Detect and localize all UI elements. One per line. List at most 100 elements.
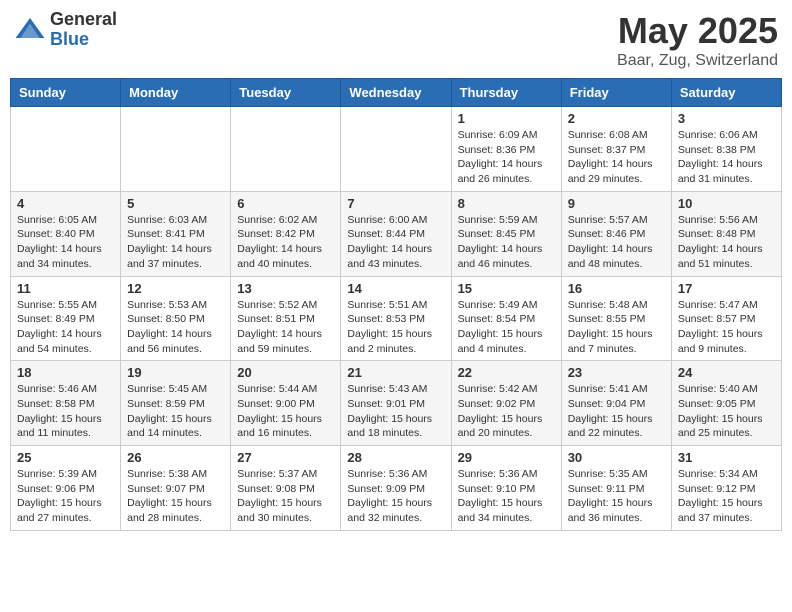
calendar-cell: 1 Sunrise: 6:09 AM Sunset: 8:36 PM Daylig… (451, 107, 561, 192)
day-info: Sunrise: 5:47 AM Sunset: 8:57 PM Dayligh… (678, 298, 775, 357)
calendar-table: SundayMondayTuesdayWednesdayThursdayFrid… (10, 78, 782, 531)
calendar-cell: 5 Sunrise: 6:03 AM Sunset: 8:41 PM Daylig… (121, 191, 231, 276)
weekday-header-row: SundayMondayTuesdayWednesdayThursdayFrid… (11, 79, 782, 107)
day-number: 21 (347, 365, 444, 380)
calendar-cell (231, 107, 341, 192)
calendar-cell: 23 Sunrise: 5:41 AM Sunset: 9:04 PM Dayli… (561, 361, 671, 446)
day-number: 19 (127, 365, 224, 380)
day-info: Sunrise: 5:43 AM Sunset: 9:01 PM Dayligh… (347, 382, 444, 441)
day-info: Sunrise: 5:44 AM Sunset: 9:00 PM Dayligh… (237, 382, 334, 441)
calendar-week-4: 18 Sunrise: 5:46 AM Sunset: 8:58 PM Dayli… (11, 361, 782, 446)
day-info: Sunrise: 5:57 AM Sunset: 8:46 PM Dayligh… (568, 213, 665, 272)
calendar-cell: 7 Sunrise: 6:00 AM Sunset: 8:44 PM Daylig… (341, 191, 451, 276)
day-number: 24 (678, 365, 775, 380)
calendar-title: May 2025 (617, 10, 778, 52)
calendar-cell: 27 Sunrise: 5:37 AM Sunset: 9:08 PM Dayli… (231, 446, 341, 531)
day-info: Sunrise: 5:38 AM Sunset: 9:07 PM Dayligh… (127, 467, 224, 526)
calendar-week-5: 25 Sunrise: 5:39 AM Sunset: 9:06 PM Dayli… (11, 446, 782, 531)
day-info: Sunrise: 5:37 AM Sunset: 9:08 PM Dayligh… (237, 467, 334, 526)
calendar-cell: 4 Sunrise: 6:05 AM Sunset: 8:40 PM Daylig… (11, 191, 121, 276)
logo-icon (14, 14, 46, 46)
calendar-cell: 3Sunrise: 6:06 AM Sunset: 8:38 PM Daylig… (671, 107, 781, 192)
day-number: 26 (127, 450, 224, 465)
day-number: 7 (347, 196, 444, 211)
day-number: 9 (568, 196, 665, 211)
weekday-header-sunday: Sunday (11, 79, 121, 107)
day-number: 25 (17, 450, 114, 465)
day-info: Sunrise: 6:05 AM Sunset: 8:40 PM Dayligh… (17, 213, 114, 272)
calendar-cell: 14 Sunrise: 5:51 AM Sunset: 8:53 PM Dayli… (341, 276, 451, 361)
day-number: 17 (678, 281, 775, 296)
day-info: Sunrise: 5:40 AM Sunset: 9:05 PM Dayligh… (678, 382, 775, 441)
day-number: 27 (237, 450, 334, 465)
calendar-cell: 2 Sunrise: 6:08 AM Sunset: 8:37 PM Daylig… (561, 107, 671, 192)
calendar-cell: 13 Sunrise: 5:52 AM Sunset: 8:51 PM Dayli… (231, 276, 341, 361)
calendar-cell: 12 Sunrise: 5:53 AM Sunset: 8:50 PM Dayli… (121, 276, 231, 361)
day-info: Sunrise: 6:03 AM Sunset: 8:41 PM Dayligh… (127, 213, 224, 272)
calendar-cell: 6 Sunrise: 6:02 AM Sunset: 8:42 PM Daylig… (231, 191, 341, 276)
calendar-cell: 19 Sunrise: 5:45 AM Sunset: 8:59 PM Dayli… (121, 361, 231, 446)
day-number: 29 (458, 450, 555, 465)
day-info: Sunrise: 6:00 AM Sunset: 8:44 PM Dayligh… (347, 213, 444, 272)
day-number: 16 (568, 281, 665, 296)
day-info: Sunrise: 5:53 AM Sunset: 8:50 PM Dayligh… (127, 298, 224, 357)
day-number: 23 (568, 365, 665, 380)
weekday-header-monday: Monday (121, 79, 231, 107)
day-info: Sunrise: 5:48 AM Sunset: 8:55 PM Dayligh… (568, 298, 665, 357)
calendar-cell: 21 Sunrise: 5:43 AM Sunset: 9:01 PM Dayli… (341, 361, 451, 446)
page-header: General Blue May 2025 Baar, Zug, Switzer… (10, 10, 782, 70)
calendar-cell: 17 Sunrise: 5:47 AM Sunset: 8:57 PM Dayli… (671, 276, 781, 361)
day-number: 2 (568, 111, 665, 126)
weekday-header-saturday: Saturday (671, 79, 781, 107)
day-number: 1 (458, 111, 555, 126)
day-number: 31 (678, 450, 775, 465)
calendar-cell: 8Sunrise: 5:59 AM Sunset: 8:45 PM Daylig… (451, 191, 561, 276)
calendar-cell: 25 Sunrise: 5:39 AM Sunset: 9:06 PM Dayli… (11, 446, 121, 531)
day-info: Sunrise: 6:02 AM Sunset: 8:42 PM Dayligh… (237, 213, 334, 272)
day-info: Sunrise: 5:41 AM Sunset: 9:04 PM Dayligh… (568, 382, 665, 441)
calendar-cell (341, 107, 451, 192)
day-info: Sunrise: 6:08 AM Sunset: 8:37 PM Dayligh… (568, 128, 665, 187)
calendar-week-1: 1 Sunrise: 6:09 AM Sunset: 8:36 PM Daylig… (11, 107, 782, 192)
calendar-cell: 28 Sunrise: 5:36 AM Sunset: 9:09 PM Dayli… (341, 446, 451, 531)
calendar-cell: 11Sunrise: 5:55 AM Sunset: 8:49 PM Dayli… (11, 276, 121, 361)
calendar-cell: 10Sunrise: 5:56 AM Sunset: 8:48 PM Dayli… (671, 191, 781, 276)
day-number: 10 (678, 196, 775, 211)
day-number: 28 (347, 450, 444, 465)
title-block: May 2025 Baar, Zug, Switzerland (617, 10, 778, 70)
day-number: 15 (458, 281, 555, 296)
day-number: 12 (127, 281, 224, 296)
day-info: Sunrise: 5:45 AM Sunset: 8:59 PM Dayligh… (127, 382, 224, 441)
day-info: Sunrise: 5:49 AM Sunset: 8:54 PM Dayligh… (458, 298, 555, 357)
day-info: Sunrise: 5:39 AM Sunset: 9:06 PM Dayligh… (17, 467, 114, 526)
calendar-cell: 31 Sunrise: 5:34 AM Sunset: 9:12 PM Dayli… (671, 446, 781, 531)
day-number: 22 (458, 365, 555, 380)
day-info: Sunrise: 5:51 AM Sunset: 8:53 PM Dayligh… (347, 298, 444, 357)
day-number: 5 (127, 196, 224, 211)
logo: General Blue (14, 10, 117, 50)
day-number: 4 (17, 196, 114, 211)
weekday-header-wednesday: Wednesday (341, 79, 451, 107)
logo-text: General Blue (50, 10, 117, 50)
day-number: 20 (237, 365, 334, 380)
calendar-cell: 18 Sunrise: 5:46 AM Sunset: 8:58 PM Dayli… (11, 361, 121, 446)
day-number: 11 (17, 281, 114, 296)
weekday-header-tuesday: Tuesday (231, 79, 341, 107)
day-info: Sunrise: 5:52 AM Sunset: 8:51 PM Dayligh… (237, 298, 334, 357)
calendar-week-2: 4 Sunrise: 6:05 AM Sunset: 8:40 PM Daylig… (11, 191, 782, 276)
day-number: 6 (237, 196, 334, 211)
day-number: 13 (237, 281, 334, 296)
day-number: 18 (17, 365, 114, 380)
calendar-cell: 30Sunrise: 5:35 AM Sunset: 9:11 PM Dayli… (561, 446, 671, 531)
day-number: 8 (458, 196, 555, 211)
day-info: Sunrise: 5:46 AM Sunset: 8:58 PM Dayligh… (17, 382, 114, 441)
day-number: 14 (347, 281, 444, 296)
calendar-cell: 15 Sunrise: 5:49 AM Sunset: 8:54 PM Dayli… (451, 276, 561, 361)
day-number: 3 (678, 111, 775, 126)
calendar-cell: 16 Sunrise: 5:48 AM Sunset: 8:55 PM Dayli… (561, 276, 671, 361)
day-info: Sunrise: 6:09 AM Sunset: 8:36 PM Dayligh… (458, 128, 555, 187)
calendar-cell: 20 Sunrise: 5:44 AM Sunset: 9:00 PM Dayli… (231, 361, 341, 446)
calendar-cell (121, 107, 231, 192)
day-info: Sunrise: 5:36 AM Sunset: 9:09 PM Dayligh… (347, 467, 444, 526)
day-info: Sunrise: 5:34 AM Sunset: 9:12 PM Dayligh… (678, 467, 775, 526)
